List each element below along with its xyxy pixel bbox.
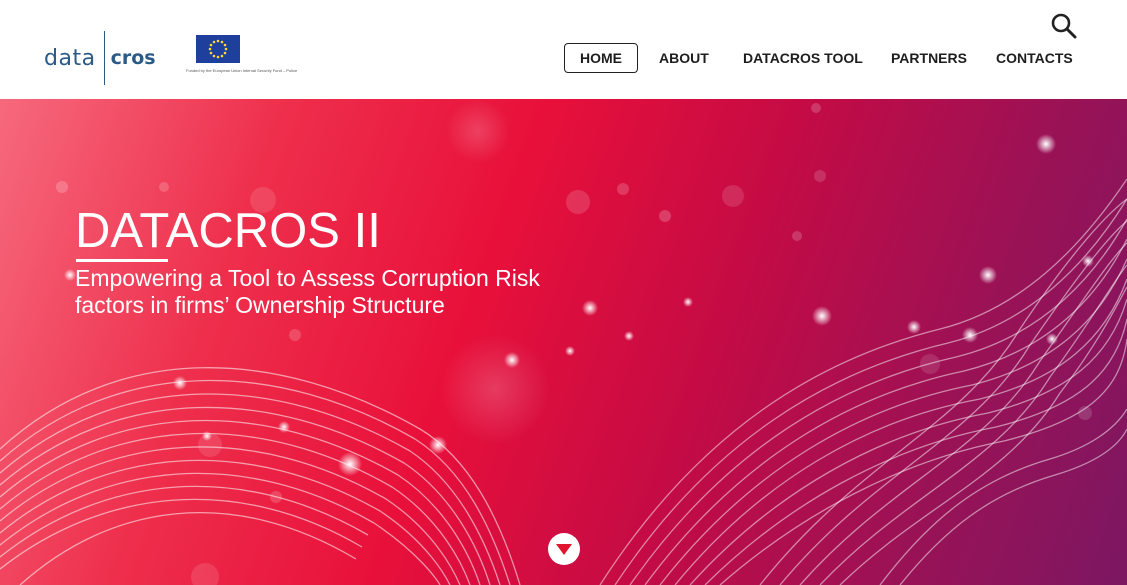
- eu-caption: Funded by the European Union Internal Se…: [186, 68, 298, 73]
- logo-text-cros: cros: [110, 47, 156, 69]
- nav-datacros-tool[interactable]: DATACROS TOOL: [743, 43, 863, 73]
- eu-flag-icon: [196, 35, 240, 63]
- nav-contacts[interactable]: CONTACTS: [996, 43, 1073, 73]
- hero-background-graphic: [0, 99, 1127, 585]
- chevron-down-icon: [556, 544, 572, 555]
- hero-subtitle-line-2: factors in firms’ Ownership Structure: [75, 292, 445, 318]
- scroll-down-button[interactable]: [548, 533, 580, 565]
- title-underline: [76, 259, 168, 262]
- hero-subtitle: Empowering a Tool to Assess Corruption R…: [75, 265, 575, 319]
- nav-about[interactable]: ABOUT: [659, 43, 709, 73]
- site-header: data cros Funded by the European Union I…: [0, 0, 1127, 99]
- nav-home[interactable]: HOME: [564, 43, 638, 73]
- logo-divider: [103, 31, 105, 85]
- search-icon[interactable]: [1050, 12, 1078, 40]
- eu-funding-logo: Funded by the European Union Internal Se…: [186, 35, 298, 73]
- hero-subtitle-line-1: Empowering a Tool to Assess Corruption R…: [75, 265, 540, 291]
- hero-title: DATACROS II: [75, 204, 381, 258]
- nav-partners[interactable]: PARTNERS: [891, 43, 967, 73]
- logo-text-data: data: [44, 45, 96, 71]
- datacros-logo[interactable]: data cros: [44, 30, 156, 86]
- hero-banner: DATACROS II Empowering a Tool to Assess …: [0, 99, 1127, 585]
